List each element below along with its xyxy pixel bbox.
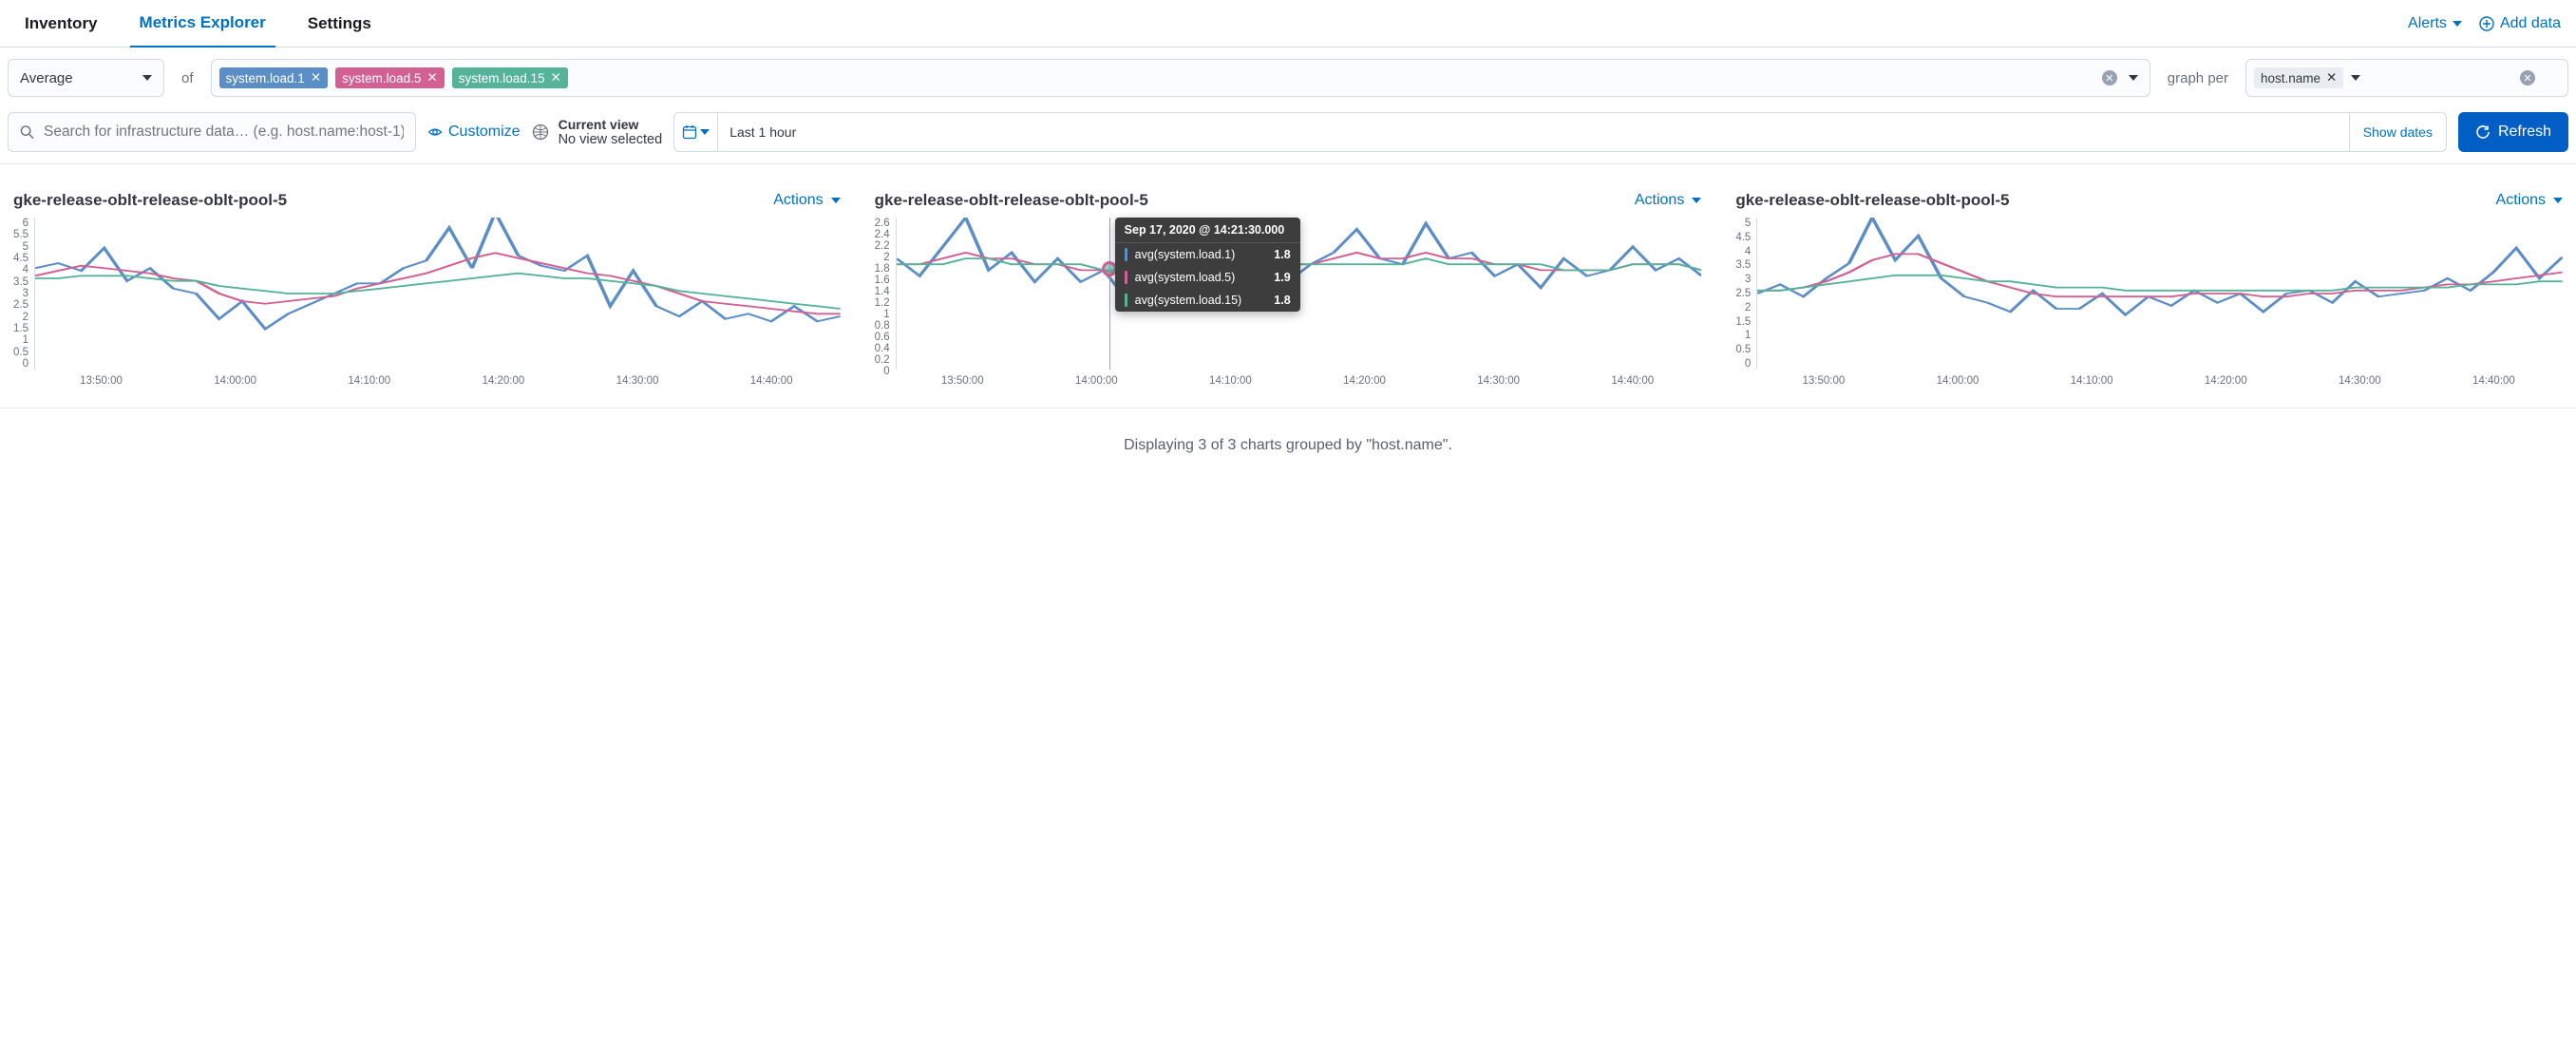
customize-label: Customize <box>448 124 521 141</box>
search-icon <box>20 124 34 140</box>
current-view-label: Current view <box>559 117 663 132</box>
chevron-down-icon <box>2453 21 2462 27</box>
chart-card: gke-release-oblt-release-oblt-pool-5 Act… <box>1735 191 2563 387</box>
tooltip-value: 1.8 <box>1274 294 1290 307</box>
aggregation-select[interactable]: Average <box>8 59 164 97</box>
metric-pill-label: system.load.15 <box>459 71 545 86</box>
tooltip-value: 1.8 <box>1274 248 1290 261</box>
results-summary: Displaying 3 of 3 charts grouped by "hos… <box>0 408 2576 483</box>
toolbar-row: Customize Current view No view selected … <box>0 108 2576 164</box>
date-range-button[interactable]: Last 1 hour <box>718 113 2349 151</box>
chart-plot[interactable]: Sep 17, 2020 @ 14:21:30.000 avg(system.l… <box>896 218 1702 370</box>
chart-title: gke-release-oblt-release-oblt-pool-5 <box>1735 191 2009 210</box>
refresh-icon <box>2475 124 2491 140</box>
tooltip-row: avg(system.load.5) 1.9 <box>1115 266 1300 289</box>
group-by-combobox[interactable]: host.name ✕ ✕ <box>2245 59 2568 97</box>
close-icon[interactable]: ✕ <box>2326 70 2337 86</box>
customize-link[interactable]: Customize <box>427 124 521 141</box>
chart-title: gke-release-oblt-release-oblt-pool-5 <box>875 191 1148 210</box>
tooltip-label: avg(system.load.1) <box>1135 248 1236 261</box>
query-row: Average of system.load.1 ✕ system.load.5 ✕… <box>0 48 2576 108</box>
tooltip-row: avg(system.load.15) 1.8 <box>1115 289 1300 312</box>
tooltip-row: avg(system.load.1) 1.8 <box>1115 243 1300 266</box>
refresh-label: Refresh <box>2498 124 2551 141</box>
metrics-combobox[interactable]: system.load.1 ✕ system.load.5 ✕ system.loa… <box>211 59 2150 97</box>
chevron-down-icon <box>831 198 841 203</box>
chevron-down-icon <box>2553 198 2563 203</box>
clear-all-icon[interactable]: ✕ <box>2520 70 2535 86</box>
metric-pill-load15[interactable]: system.load.15 ✕ <box>452 67 568 88</box>
aggregation-value: Average <box>20 70 73 86</box>
crosshair-line <box>1109 218 1110 370</box>
chevron-down-icon <box>2351 75 2360 81</box>
search-bar[interactable] <box>8 112 416 152</box>
y-axis: 65.554.543.532.521.510.50 <box>13 218 34 370</box>
chart-plot[interactable] <box>1756 218 2563 370</box>
tooltip-value: 1.9 <box>1274 271 1290 284</box>
metric-pill-label: system.load.1 <box>226 71 305 86</box>
add-data-label: Add data <box>2500 15 2561 32</box>
tooltip-header: Sep 17, 2020 @ 14:21:30.000 <box>1115 218 1300 243</box>
date-range-text: Last 1 hour <box>729 124 796 140</box>
clear-all-icon[interactable]: ✕ <box>2102 70 2117 86</box>
chart-actions-button[interactable]: Actions <box>1635 192 1701 209</box>
group-pill[interactable]: host.name ✕ <box>2254 67 2343 88</box>
metric-pill-label: system.load.5 <box>342 71 421 86</box>
date-picker: Last 1 hour Show dates <box>673 112 2447 152</box>
tab-metrics-explorer[interactable]: Metrics Explorer <box>130 0 275 48</box>
plus-circle-icon <box>2479 16 2494 31</box>
x-axis: 13:50:0014:00:0014:10:0014:20:0014:30:00… <box>1735 370 2563 387</box>
tab-inventory[interactable]: Inventory <box>15 1 107 47</box>
globe-icon <box>532 124 549 141</box>
x-axis: 13:50:0014:00:0014:10:0014:20:0014:30:00… <box>13 370 841 387</box>
current-view-value: No view selected <box>559 132 663 147</box>
chevron-down-icon <box>700 129 710 135</box>
current-view[interactable]: Current view No view selected <box>532 117 663 147</box>
show-dates-button[interactable]: Show dates <box>2349 113 2446 151</box>
of-label: of <box>176 70 199 86</box>
tooltip-label: avg(system.load.15) <box>1135 294 1242 307</box>
close-icon[interactable]: ✕ <box>426 70 437 86</box>
group-pill-label: host.name <box>2261 71 2320 86</box>
alerts-label: Alerts <box>2408 15 2447 32</box>
graph-per-label: graph per <box>2162 70 2234 86</box>
metric-pill-load5[interactable]: system.load.5 ✕ <box>335 67 445 88</box>
close-icon[interactable]: ✕ <box>311 70 321 86</box>
chart-tooltip: Sep 17, 2020 @ 14:21:30.000 avg(system.l… <box>1115 218 1300 312</box>
chart-card: gke-release-oblt-release-oblt-pool-5 Act… <box>875 191 1702 387</box>
actions-label: Actions <box>773 192 823 209</box>
actions-label: Actions <box>1635 192 1684 209</box>
refresh-button[interactable]: Refresh <box>2458 112 2568 152</box>
y-axis: 2.62.42.221.81.61.41.210.80.60.40.20 <box>875 218 896 370</box>
date-quick-button[interactable] <box>674 113 718 151</box>
chart-card: gke-release-oblt-release-oblt-pool-5 Act… <box>13 191 841 387</box>
tooltip-label: avg(system.load.5) <box>1135 271 1236 284</box>
alerts-link[interactable]: Alerts <box>2408 15 2462 32</box>
actions-label: Actions <box>2496 192 2546 209</box>
calendar-icon <box>682 124 697 140</box>
top-tabs: Inventory Metrics Explorer Settings Aler… <box>0 0 2576 48</box>
eye-icon <box>427 124 443 140</box>
chart-actions-button[interactable]: Actions <box>2496 192 2563 209</box>
metric-pill-load1[interactable]: system.load.1 ✕ <box>219 67 329 88</box>
tab-settings[interactable]: Settings <box>298 1 381 47</box>
chevron-down-icon <box>1692 198 1701 203</box>
search-input[interactable] <box>44 124 404 141</box>
chart-title: gke-release-oblt-release-oblt-pool-5 <box>13 191 287 210</box>
x-axis: 13:50:0014:00:0014:10:0014:20:0014:30:00… <box>875 370 1702 387</box>
chevron-down-icon <box>2129 75 2138 81</box>
close-icon[interactable]: ✕ <box>551 70 561 86</box>
chart-plot[interactable] <box>34 218 841 370</box>
add-data-link[interactable]: Add data <box>2479 15 2561 32</box>
charts-grid: gke-release-oblt-release-oblt-pool-5 Act… <box>0 164 2576 400</box>
y-axis: 54.543.532.521.510.50 <box>1735 218 1756 370</box>
chevron-down-icon <box>142 75 152 81</box>
chart-actions-button[interactable]: Actions <box>773 192 840 209</box>
